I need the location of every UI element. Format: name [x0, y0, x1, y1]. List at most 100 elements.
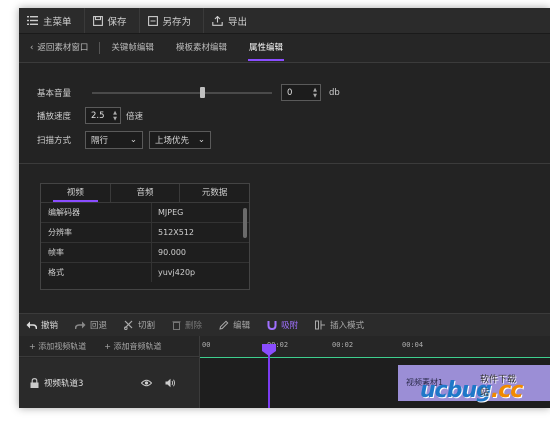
info-key: 帧率: [41, 243, 152, 262]
plus-icon: +: [104, 341, 114, 351]
undo-button[interactable]: 撤销: [19, 319, 68, 331]
watermark-sub: 软件下载站: [480, 375, 517, 398]
tab-property-edit[interactable]: 属性编辑: [238, 34, 294, 62]
ruler-tick-label: 00: [202, 341, 211, 349]
save-button[interactable]: 保存: [85, 8, 140, 33]
chevron-left-icon: ‹: [30, 43, 34, 53]
undo-label: 撤销: [41, 321, 59, 331]
field-order-select[interactable]: 上场优先 ⌄: [149, 131, 212, 149]
editor-window: 主菜单 保存 另存为 导出 ‹ 返回素材窗口 关键帧编辑 模板素材编辑 属性编辑…: [19, 8, 550, 408]
save-label: 保存: [107, 16, 127, 28]
redo-icon: [75, 321, 86, 329]
media-info-panel: 视频 音频 元数据 编解码器 MJPEG 分辨率 512X512 帧率 90.0…: [40, 183, 250, 290]
ruler-tick-label: 00:04: [402, 341, 424, 349]
watermark-logo: 软件下载站 ucbug.cc: [420, 375, 523, 403]
volume-row: 基本音量 0 ▲ ▼ db: [37, 84, 340, 101]
lock-icon[interactable]: [30, 378, 39, 388]
delete-button[interactable]: 删除: [165, 319, 212, 331]
speed-input[interactable]: 2.5 ▲ ▼: [85, 107, 122, 124]
redo-button[interactable]: 回退: [68, 319, 117, 331]
timeline-ruler[interactable]: 00 00:02 00:02 00:04: [200, 336, 550, 358]
scan-mode-value: 隔行: [91, 136, 109, 146]
add-audio-track-label: 添加音频轨道: [113, 341, 162, 351]
info-value: 512X512: [158, 228, 195, 237]
tab-metadata-info[interactable]: 元数据: [180, 184, 249, 202]
save-as-button[interactable]: 另存为: [140, 8, 205, 33]
playhead-line[interactable]: [268, 347, 270, 408]
tab-template-edit[interactable]: 模板素材编辑: [165, 34, 238, 62]
spin-arrows-icon[interactable]: ▲ ▼: [113, 110, 117, 122]
insert-mode-label: 插入模式: [330, 321, 365, 331]
add-video-track-button[interactable]: + 添加视频轨道: [19, 341, 94, 352]
cut-label: 切割: [138, 321, 156, 331]
speed-value: 2.5: [91, 110, 105, 121]
scissors-icon: [124, 320, 133, 330]
scan-row: 扫描方式 隔行 ⌄ 上场优先 ⌄: [37, 131, 212, 149]
edit-button[interactable]: 编辑: [212, 319, 260, 331]
info-value: 90.000: [158, 248, 186, 257]
plus-icon: +: [29, 341, 39, 351]
save-icon: [92, 15, 103, 26]
ruler-tick-label: 00:02: [332, 341, 354, 349]
insert-mode-button[interactable]: 插入模式: [308, 319, 374, 331]
eye-icon[interactable]: [141, 379, 153, 387]
info-value: MJPEG: [158, 208, 184, 217]
media-info-tabs: 视频 音频 元数据: [41, 184, 249, 203]
export-label: 导出: [228, 16, 248, 28]
chevron-down-icon: ⌄: [129, 135, 138, 145]
export-button[interactable]: 导出: [204, 8, 259, 33]
redo-label: 回退: [90, 321, 108, 331]
speaker-icon[interactable]: [165, 378, 176, 388]
tab-video-info[interactable]: 视频: [41, 184, 111, 202]
menu-icon: [27, 16, 38, 25]
volume-slider[interactable]: [92, 86, 273, 98]
edit-tabs: ‹ 返回素材窗口 关键帧编辑 模板素材编辑 属性编辑: [19, 34, 550, 63]
top-toolbar: 主菜单 保存 另存为 导出: [19, 8, 550, 34]
volume-value: 0: [287, 87, 293, 98]
edit-label: 编辑: [233, 321, 251, 331]
spin-arrows-icon[interactable]: ▲ ▼: [313, 87, 317, 99]
cut-button[interactable]: 切割: [117, 319, 165, 331]
info-scrollbar[interactable]: [243, 208, 247, 238]
add-audio-track-button[interactable]: + 添加音频轨道: [94, 341, 169, 352]
snap-button[interactable]: 吸附: [260, 319, 308, 331]
volume-slider-knob[interactable]: [200, 86, 206, 98]
tab-keyframe-edit[interactable]: 关键帧编辑: [100, 34, 165, 62]
delete-label: 删除: [185, 321, 203, 331]
pencil-icon: [219, 320, 229, 330]
info-key: 格式: [41, 263, 152, 282]
info-row: 格式 yuvj420p: [41, 263, 249, 282]
trash-icon: [172, 321, 181, 330]
timeline-toolbar: 撤销 回退 切割 删除 编辑 吸附 插入模式: [19, 313, 550, 337]
playhead-icon[interactable]: [262, 344, 276, 356]
info-row: 编解码器 MJPEG: [41, 203, 249, 223]
speed-unit: 倍速: [126, 111, 144, 122]
save-as-label: 另存为: [162, 16, 192, 28]
volume-input[interactable]: 0 ▲ ▼: [281, 84, 322, 101]
main-menu-label: 主菜单: [43, 16, 72, 28]
track-header-column: + 添加视频轨道 + 添加音频轨道 视频轨道3: [19, 336, 200, 408]
save-as-icon: [147, 15, 158, 26]
tab-audio-info[interactable]: 音频: [111, 184, 181, 202]
magnet-icon: [267, 321, 277, 330]
volume-unit: db: [329, 87, 340, 98]
info-row: 分辨率 512X512: [41, 223, 249, 243]
info-value: yuvj420p: [158, 268, 196, 277]
add-video-track-label: 添加视频轨道: [38, 341, 87, 351]
speed-label: 播放速度: [37, 111, 72, 122]
track-name: 视频轨道3: [44, 379, 84, 389]
info-row: 帧率 90.000: [41, 243, 249, 263]
add-track-row: + 添加视频轨道 + 添加音频轨道: [19, 336, 199, 357]
scan-mode-select[interactable]: 隔行 ⌄: [85, 131, 144, 149]
insert-mode-icon: [315, 320, 326, 330]
speed-row: 播放速度 2.5 ▲ ▼ 倍速: [37, 107, 143, 124]
snap-label: 吸附: [281, 321, 299, 331]
main-menu-button[interactable]: 主菜单: [19, 8, 85, 33]
back-to-material-button[interactable]: ‹ 返回素材窗口: [19, 34, 99, 62]
scan-label: 扫描方式: [37, 136, 72, 146]
volume-label: 基本音量: [37, 88, 72, 99]
undo-icon: [26, 321, 37, 329]
property-section: 基本音量 0 ▲▼ db 播放速度 2.5 ▲▼ 倍速 扫描方式 隔行 ⌄: [19, 63, 550, 164]
back-label: 返回素材窗口: [37, 43, 89, 53]
field-order-value: 上场优先: [155, 136, 190, 146]
